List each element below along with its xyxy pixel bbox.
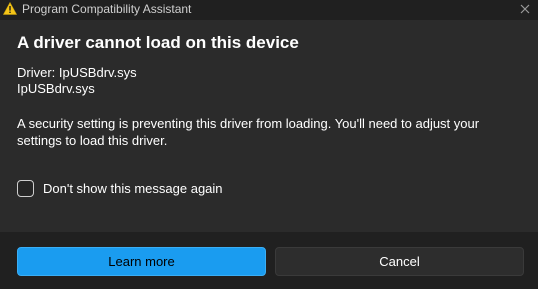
dont-show-again-label[interactable]: Don't show this message again <box>43 181 223 196</box>
dont-show-again-checkbox-row[interactable]: Don't show this message again <box>17 178 223 198</box>
driver-file-name: IpUSBdrv.sys <box>17 81 95 96</box>
dont-show-again-checkbox[interactable] <box>17 179 34 197</box>
cancel-button[interactable]: Cancel <box>275 247 524 276</box>
driver-label: Driver: IpUSBdrv.sys <box>17 65 137 80</box>
warning-icon <box>2 1 18 15</box>
dialog-footer: Learn more Cancel <box>0 232 538 289</box>
close-icon <box>520 1 530 19</box>
title-bar: Program Compatibility Assistant <box>0 0 538 20</box>
dialog-heading: A driver cannot load on this device <box>17 33 299 52</box>
dialog-content: A driver cannot load on this device Driv… <box>0 20 538 232</box>
dialog-message: A security setting is preventing this dr… <box>17 116 480 148</box>
learn-more-button[interactable]: Learn more <box>17 247 266 276</box>
window-title: Program Compatibility Assistant <box>22 2 192 16</box>
close-button[interactable] <box>512 0 538 20</box>
dialog-window: Program Compatibility Assistant A driver… <box>0 0 538 289</box>
